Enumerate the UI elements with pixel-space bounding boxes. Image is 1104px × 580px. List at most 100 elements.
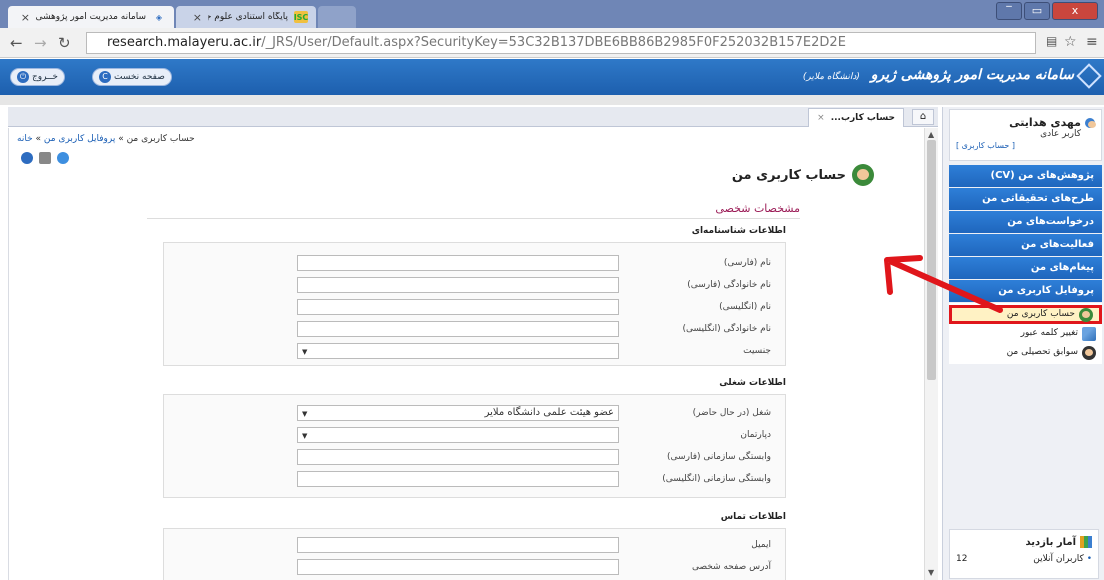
- homepage-input[interactable]: [297, 559, 619, 575]
- print-icon[interactable]: [39, 152, 51, 164]
- menu-icon[interactable]: ≡: [1086, 34, 1098, 50]
- profile-submenu: حساب کاربری من تغییر کلمه عبور سوابق تحص…: [949, 303, 1102, 364]
- breadcrumb-current: حساب کاربری من: [126, 134, 195, 144]
- main-content: حساب کاربری من » پروفایل کاربری من » خان…: [8, 128, 924, 580]
- affiliation-fa-input[interactable]: [297, 449, 619, 465]
- browser-tab-title: پایگاه استنادی علوم جهان اسلام: [208, 12, 288, 22]
- label-affiliation-en: وابستگی سازمانی (انگلیسی): [662, 474, 771, 484]
- browser-tab-active[interactable]: ◈ سامانه مدیریت امور پژوهشی ژیرو ×: [8, 6, 174, 28]
- online-users-row: • کاربران آنلاین 12: [956, 554, 1092, 564]
- maximize-button[interactable]: ▭: [1024, 2, 1050, 20]
- new-tab-button[interactable]: [318, 6, 356, 28]
- close-window-button[interactable]: x: [1052, 2, 1098, 20]
- submenu-item-my-account[interactable]: حساب کاربری من: [949, 305, 1102, 324]
- key-icon: [1082, 326, 1096, 341]
- field-family-fa: نام خانوادگی (فارسی): [297, 277, 771, 293]
- home-button[interactable]: صفحه نخست C: [92, 68, 172, 86]
- help-icon[interactable]: [21, 152, 33, 164]
- url-host: research.malayeru.ac.ir: [107, 35, 262, 50]
- label-name-fa: نام (فارسی): [723, 258, 771, 268]
- home-tab-icon[interactable]: ⌂: [912, 109, 934, 125]
- minimize-button[interactable]: ‾: [996, 2, 1022, 20]
- label-department: دپارتمان: [740, 430, 771, 440]
- tab-my-account[interactable]: حساب کارب... ×: [808, 108, 904, 127]
- scroll-down-icon[interactable]: ▼: [928, 568, 934, 577]
- field-job-current: شغل (در حال حاضر) عضو هیئت علمی دانشگاه …: [297, 405, 771, 421]
- submenu-item-change-password[interactable]: تغییر کلمه عبور: [949, 324, 1102, 343]
- content-scrollbar[interactable]: ▲ ▼: [924, 128, 938, 580]
- url-field[interactable]: research.malayeru.ac.ir/_JRS/User/Defaul…: [86, 32, 1036, 54]
- submenu-label: تغییر کلمه عبور: [1020, 328, 1078, 338]
- app-header: خــروج ⏻ صفحه نخست C سامانه مدیریت امور …: [0, 59, 1104, 95]
- family-en-input[interactable]: [297, 321, 619, 337]
- tab-label: حساب کارب...: [830, 113, 895, 123]
- user-avatar-icon: [1079, 307, 1093, 322]
- sidebar-item-requests[interactable]: درخواست‌های من: [949, 211, 1102, 233]
- graduate-icon: [1082, 345, 1096, 360]
- page-title-text: حساب کاربری من: [731, 167, 846, 183]
- star-icon[interactable]: ☆: [1064, 34, 1077, 50]
- field-email: ایمیل: [297, 537, 771, 553]
- app-title-text: سامانه مدیریت امور پژوهشی ژیرو: [870, 67, 1074, 83]
- field-homepage: آدرس صفحه شخصی: [297, 559, 771, 575]
- page-title: حساب کاربری من: [732, 164, 874, 186]
- sidebar-item-profile[interactable]: پروفایل کاربری من: [949, 280, 1102, 302]
- refresh-icon[interactable]: [57, 152, 69, 164]
- online-users-label: • کاربران آنلاین: [1033, 554, 1092, 564]
- submenu-label: حساب کاربری من: [1006, 309, 1075, 319]
- name-fa-input[interactable]: [297, 255, 619, 271]
- label-family-fa: نام خانوادگی (فارسی): [687, 280, 771, 290]
- submenu-item-education[interactable]: سوابق تحصیلی من: [949, 343, 1102, 362]
- sidebar-item-projects[interactable]: طرح‌های تحقیقاتی من: [949, 188, 1102, 210]
- back-arrow-icon[interactable]: ←: [10, 34, 23, 52]
- online-users-count: 12: [956, 554, 968, 564]
- sidebar-item-cv[interactable]: پژوهش‌های من (CV): [949, 165, 1102, 187]
- close-icon[interactable]: ×: [817, 109, 825, 127]
- user-role: کاربر عادی: [1040, 129, 1081, 139]
- close-icon[interactable]: ×: [193, 11, 202, 24]
- user-name: مهدی هدایتی: [956, 116, 1096, 129]
- browser-tabstrip: ◈ سامانه مدیریت امور پژوهشی ژیرو × ISC پ…: [0, 0, 1104, 28]
- page-tools: [21, 152, 69, 164]
- email-input[interactable]: [297, 537, 619, 553]
- logout-button[interactable]: خــروج ⏻: [10, 68, 65, 86]
- sidebar: مهدی هدایتی کاربر عادی [ حساب کاربری ] پ…: [942, 107, 1104, 580]
- close-icon[interactable]: ×: [21, 11, 30, 24]
- submenu-label: سوابق تحصیلی من: [1006, 347, 1078, 357]
- field-name-fa: نام (فارسی): [297, 255, 771, 271]
- reload-icon[interactable]: ↻: [58, 34, 71, 52]
- browser-tab-isc[interactable]: ISC پایگاه استنادی علوم جهان اسلام ×: [176, 6, 316, 28]
- account-link[interactable]: [ حساب کاربری ]: [956, 141, 1095, 150]
- visit-stats: آمار بازدید • کاربران آنلاین 12: [949, 529, 1099, 579]
- name-en-input[interactable]: [297, 299, 619, 315]
- app-subtitle: (دانشگاه ملایر): [802, 72, 860, 82]
- scroll-thumb[interactable]: [927, 140, 936, 380]
- field-family-en: نام خانوادگی (انگلیسی): [297, 321, 771, 337]
- forward-arrow-icon[interactable]: →: [34, 34, 47, 52]
- breadcrumb-profile-link[interactable]: پروفایل کاربری من: [44, 134, 115, 144]
- job-current-select[interactable]: عضو هیئت علمی دانشگاه ملایر: [297, 405, 619, 421]
- sidebar-item-messages[interactable]: پیغام‌های من: [949, 257, 1102, 279]
- translate-icon[interactable]: ▤: [1046, 34, 1057, 48]
- breadcrumb: حساب کاربری من » پروفایل کاربری من » خان…: [17, 134, 195, 144]
- app-title: سامانه مدیریت امور پژوهشی ژیرو (دانشگاه …: [803, 67, 1074, 83]
- group-identity: نام (فارسی) نام خانوادگی (فارسی) نام (ان…: [163, 242, 786, 366]
- field-affiliation-fa: وابستگی سازمانی (فارسی): [297, 449, 771, 465]
- department-select[interactable]: [297, 427, 619, 443]
- breadcrumb-separator: »: [32, 134, 44, 144]
- stats-title-text: آمار بازدید: [1025, 536, 1076, 548]
- gender-select[interactable]: [297, 343, 619, 359]
- user-avatar-icon: [852, 164, 874, 186]
- content-tabstrip: ⌂ حساب کارب... ×: [8, 107, 938, 127]
- affiliation-en-input[interactable]: [297, 471, 619, 487]
- home-label: صفحه نخست: [114, 72, 165, 82]
- divider: [147, 218, 800, 219]
- label-gender: جنسیت: [743, 346, 771, 356]
- label-name-en: نام (انگلیسی): [719, 302, 771, 312]
- field-department: دپارتمان: [297, 427, 771, 443]
- breadcrumb-home-link[interactable]: خانه: [17, 134, 33, 144]
- family-fa-input[interactable]: [297, 277, 619, 293]
- sidebar-item-activities[interactable]: فعالیت‌های من: [949, 234, 1102, 256]
- scroll-up-icon[interactable]: ▲: [928, 130, 934, 139]
- field-affiliation-en: وابستگی سازمانی (انگلیسی): [297, 471, 771, 487]
